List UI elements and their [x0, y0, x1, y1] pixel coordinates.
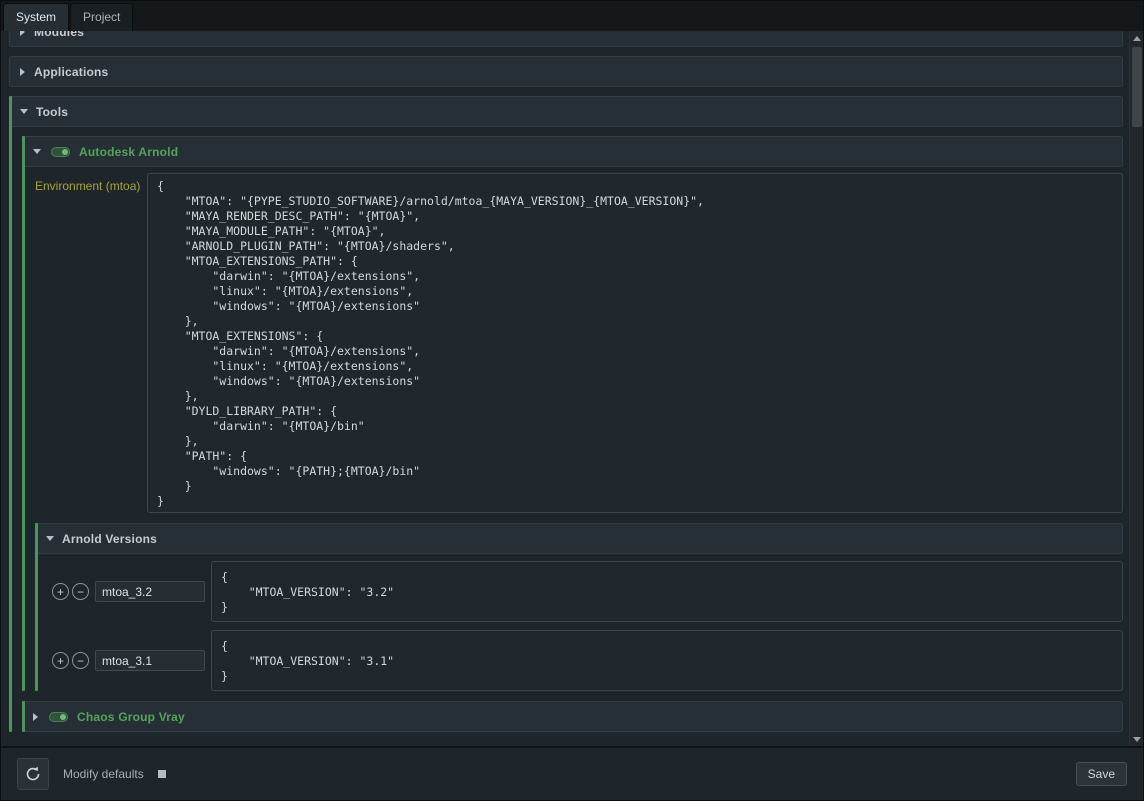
scroll-down-button[interactable]	[1130, 732, 1143, 746]
modify-defaults-checkbox[interactable]	[158, 770, 166, 778]
section-title-modules: Modules	[34, 31, 84, 39]
chevron-right-icon	[20, 68, 25, 76]
section-title-tools: Tools	[36, 105, 68, 119]
refresh-icon	[24, 765, 42, 783]
save-button[interactable]: Save	[1076, 762, 1127, 786]
autodesk-arnold-body: Environment (mtoa) { "MTOA": "{PYPE_STUD…	[35, 173, 1123, 691]
modified-state-line	[22, 701, 25, 732]
enabled-toggle[interactable]	[49, 712, 68, 722]
section-title-arnold-versions: Arnold Versions	[62, 532, 157, 546]
scroll-up-icon	[1133, 36, 1141, 41]
section-applications: Applications	[9, 56, 1123, 87]
modified-state-line	[35, 523, 38, 691]
arnold-versions-body: + − { "MTOA_VERSION": "3.2" } + −	[52, 561, 1123, 691]
settings-scroll-area: Modules Applications Tools	[1, 31, 1129, 746]
remove-version-button[interactable]: −	[72, 583, 89, 600]
section-modules: Modules	[9, 31, 1123, 47]
version-row-mtoa-3-1: + − { "MTOA_VERSION": "3.1" }	[52, 630, 1123, 691]
version-json-editor[interactable]: { "MTOA_VERSION": "3.1" }	[211, 630, 1123, 691]
section-title-applications: Applications	[34, 65, 108, 79]
section-chaos-group-vray: Chaos Group Vray	[22, 701, 1123, 732]
section-title-chaos-group-vray: Chaos Group Vray	[77, 710, 185, 724]
chevron-right-icon	[33, 713, 38, 721]
scroll-down-icon	[1133, 737, 1141, 742]
settings-main: Modules Applications Tools	[1, 31, 1143, 746]
section-title-autodesk-arnold: Autodesk Arnold	[79, 145, 178, 159]
chevron-down-icon	[46, 536, 54, 541]
section-header-modules[interactable]: Modules	[9, 31, 1123, 47]
section-arnold-versions: Arnold Versions + − { "MTOA_VERSION": "3…	[35, 523, 1123, 691]
scrollbar-track[interactable]	[1130, 45, 1143, 732]
refresh-button[interactable]	[17, 758, 49, 790]
footer-bar: Modify defaults Save	[1, 746, 1143, 800]
modify-defaults-label: Modify defaults	[63, 767, 144, 781]
version-json-editor[interactable]: { "MTOA_VERSION": "3.2" }	[211, 561, 1123, 622]
add-version-button[interactable]: +	[52, 583, 69, 600]
chevron-down-icon	[20, 109, 28, 114]
environment-json-editor[interactable]: { "MTOA": "{PYPE_STUDIO_SOFTWARE}/arnold…	[147, 173, 1123, 513]
section-autodesk-arnold: Autodesk Arnold Environment (mtoa) { "MT…	[22, 136, 1123, 691]
environment-field-label: Environment (mtoa)	[35, 173, 147, 193]
modified-state-line	[9, 96, 12, 732]
version-key-input[interactable]	[95, 650, 205, 671]
version-row-mtoa-3-2: + − { "MTOA_VERSION": "3.2" }	[52, 561, 1123, 622]
chevron-down-icon	[33, 149, 41, 154]
section-header-tools[interactable]: Tools	[9, 96, 1123, 127]
scrollbar-thumb[interactable]	[1132, 47, 1142, 127]
tab-project[interactable]: Project	[70, 3, 133, 31]
modified-state-line	[22, 136, 25, 691]
main-tabbar: System Project	[1, 1, 1143, 31]
settings-window: System Project Modules Applications	[0, 0, 1144, 801]
section-tools: Tools Autodesk Arnold	[9, 96, 1123, 732]
section-header-arnold-versions[interactable]: Arnold Versions	[35, 523, 1123, 554]
tools-body: Autodesk Arnold Environment (mtoa) { "MT…	[22, 136, 1123, 732]
enabled-toggle[interactable]	[51, 147, 70, 157]
section-header-applications[interactable]: Applications	[9, 56, 1123, 87]
remove-version-button[interactable]: −	[72, 652, 89, 669]
scroll-up-button[interactable]	[1130, 31, 1143, 45]
section-header-chaos-group-vray[interactable]: Chaos Group Vray	[22, 701, 1123, 732]
environment-field-row: Environment (mtoa) { "MTOA": "{PYPE_STUD…	[35, 173, 1123, 513]
add-version-button[interactable]: +	[52, 652, 69, 669]
vertical-scrollbar	[1129, 31, 1143, 746]
chevron-right-icon	[20, 31, 25, 36]
section-header-autodesk-arnold[interactable]: Autodesk Arnold	[22, 136, 1123, 167]
version-key-input[interactable]	[95, 581, 205, 602]
tab-system[interactable]: System	[3, 3, 69, 31]
